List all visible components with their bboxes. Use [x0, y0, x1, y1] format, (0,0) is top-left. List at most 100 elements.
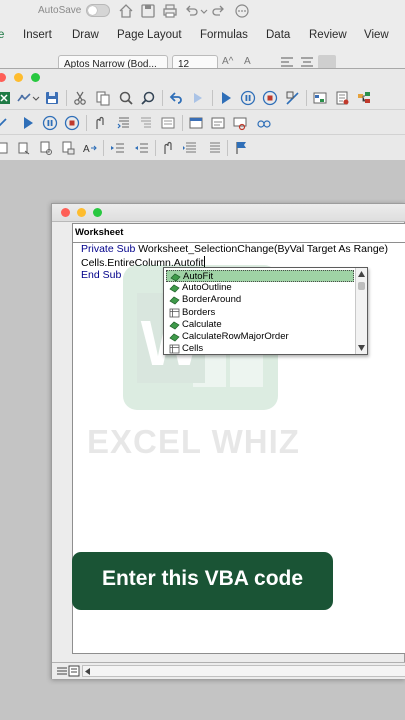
run-icon[interactable]	[20, 115, 36, 131]
save-icon[interactable]	[44, 90, 60, 106]
toolbar-separator	[212, 90, 213, 106]
redo-icon[interactable]	[210, 3, 226, 19]
code-window-close-button[interactable]	[61, 208, 70, 217]
intellisense-list[interactable]: AutoFit AutoOutline BorderAround Borders Cal…	[163, 267, 368, 355]
watch-window-icon[interactable]	[232, 115, 248, 131]
run-icon[interactable]	[218, 90, 234, 106]
object-dropdown[interactable]: Worksheet	[72, 223, 405, 243]
intellisense-item[interactable]: AutoFit	[166, 270, 354, 282]
scroll-left-icon[interactable]	[85, 668, 91, 675]
undo-icon[interactable]	[168, 90, 184, 106]
horizontal-scrollbar[interactable]	[82, 665, 405, 677]
outdent-icon[interactable]	[134, 140, 150, 156]
insert-module-icon[interactable]	[16, 90, 32, 106]
print-icon[interactable]	[162, 3, 178, 19]
code-line[interactable]: Private Sub Worksheet_SelectionChange(By…	[81, 243, 388, 255]
home-icon[interactable]	[118, 3, 134, 19]
tab-draw[interactable]: Draw	[72, 29, 99, 41]
toggle-bookmark-icon[interactable]	[234, 140, 250, 156]
vbe-close-button[interactable]	[0, 73, 6, 82]
decrease-font-button[interactable]: A	[244, 56, 251, 67]
find-next-icon[interactable]	[140, 90, 156, 106]
intellisense-item[interactable]: CalculateRowMajorOrder	[166, 331, 354, 343]
list-constants-icon[interactable]	[16, 140, 32, 156]
tab-review[interactable]: Review	[309, 29, 347, 41]
parameter-info-icon[interactable]	[60, 140, 76, 156]
object-dropdown-value: Worksheet	[75, 227, 124, 238]
step-over-icon[interactable]	[138, 115, 154, 131]
break-icon[interactable]	[42, 115, 58, 131]
vbe-minimize-button[interactable]	[14, 73, 23, 82]
design-mode-icon[interactable]	[285, 90, 301, 106]
intellisense-item[interactable]: BorderAround	[166, 294, 354, 306]
intellisense-item[interactable]: Borders	[166, 307, 354, 319]
wrap-text-button[interactable]	[318, 55, 336, 69]
caption-banner: Enter this VBA code	[72, 552, 333, 610]
quick-info-icon[interactable]	[38, 140, 54, 156]
tab-formulas[interactable]: Formulas	[200, 29, 248, 41]
project-explorer-icon[interactable]	[312, 90, 328, 106]
method-icon	[169, 296, 180, 305]
indent-icon[interactable]	[110, 140, 126, 156]
method-icon	[170, 273, 181, 282]
design-mode-icon[interactable]	[0, 115, 10, 131]
step-out-icon[interactable]	[160, 115, 176, 131]
insert-dropdown-icon[interactable]	[32, 90, 40, 106]
intellisense-item[interactable]: Cells	[166, 343, 354, 354]
tab-data[interactable]: Data	[266, 29, 290, 41]
list-properties-icon[interactable]	[0, 140, 10, 156]
copy-icon[interactable]	[95, 90, 111, 106]
more-icon[interactable]	[234, 3, 250, 19]
undo-dropdown-icon[interactable]	[200, 3, 208, 19]
save-icon[interactable]	[140, 3, 156, 19]
object-browser-icon[interactable]	[356, 90, 372, 106]
align-center-icon[interactable]	[300, 56, 314, 68]
tab-page-layout[interactable]: Page Layout	[117, 29, 182, 41]
undo-icon[interactable]	[184, 3, 200, 19]
vbe-standard-toolbar	[0, 86, 405, 110]
autosave-toggle[interactable]	[86, 4, 110, 17]
toggle-breakpoint-icon[interactable]	[160, 140, 176, 156]
find-icon[interactable]	[118, 90, 134, 106]
tab-insert[interactable]: Insert	[23, 29, 52, 41]
cut-icon[interactable]	[72, 90, 88, 106]
intellisense-item-label: AutoOutline	[182, 282, 232, 294]
reset-icon[interactable]	[64, 115, 80, 131]
comment-block-icon[interactable]	[182, 140, 198, 156]
scrollbar-thumb[interactable]	[358, 282, 365, 290]
toolbar-separator	[86, 115, 87, 131]
code-window-minimize-button[interactable]	[77, 208, 86, 217]
uncomment-block-icon[interactable]	[206, 140, 222, 156]
tab-view[interactable]: View	[364, 29, 389, 41]
procedure-view-icon[interactable]	[56, 665, 68, 677]
scroll-up-icon[interactable]	[358, 271, 365, 277]
locals-window-icon[interactable]	[188, 115, 204, 131]
intellisense-item[interactable]: Calculate	[166, 319, 354, 331]
intellisense-scrollbar[interactable]	[355, 268, 367, 354]
immediate-window-icon[interactable]	[210, 115, 226, 131]
reset-icon[interactable]	[262, 90, 278, 106]
toolbar-separator	[66, 90, 67, 106]
scroll-down-icon[interactable]	[358, 345, 365, 351]
quick-watch-icon[interactable]	[256, 115, 272, 131]
increase-font-button[interactable]: A^	[222, 56, 233, 67]
code-keyword: End Sub	[81, 269, 122, 281]
toggle-breakpoint-icon[interactable]	[92, 115, 108, 131]
code-window-zoom-button[interactable]	[93, 208, 102, 217]
align-left-icon[interactable]	[280, 56, 294, 68]
tab-home[interactable]: e	[0, 29, 4, 41]
code-line[interactable]: End Sub	[81, 269, 121, 281]
step-into-icon[interactable]	[116, 115, 132, 131]
code-text: Worksheet_SelectionChange(ByVal Target A…	[138, 243, 389, 255]
intellisense-item-label: CalculateRowMajorOrder	[182, 331, 289, 342]
properties-icon[interactable]	[334, 90, 350, 106]
vbe-zoom-button[interactable]	[31, 73, 40, 82]
full-module-view-icon[interactable]	[68, 665, 80, 677]
intellisense-item-label: Borders	[182, 306, 216, 318]
redo-icon[interactable]	[190, 90, 206, 106]
break-icon[interactable]	[240, 90, 256, 106]
intellisense-item[interactable]: AutoOutline	[166, 282, 354, 294]
view-excel-icon[interactable]	[0, 90, 12, 106]
ribbon-tab-bar: e Insert Draw Page Layout Formulas Data …	[0, 22, 405, 50]
complete-word-icon[interactable]: A	[82, 140, 98, 156]
